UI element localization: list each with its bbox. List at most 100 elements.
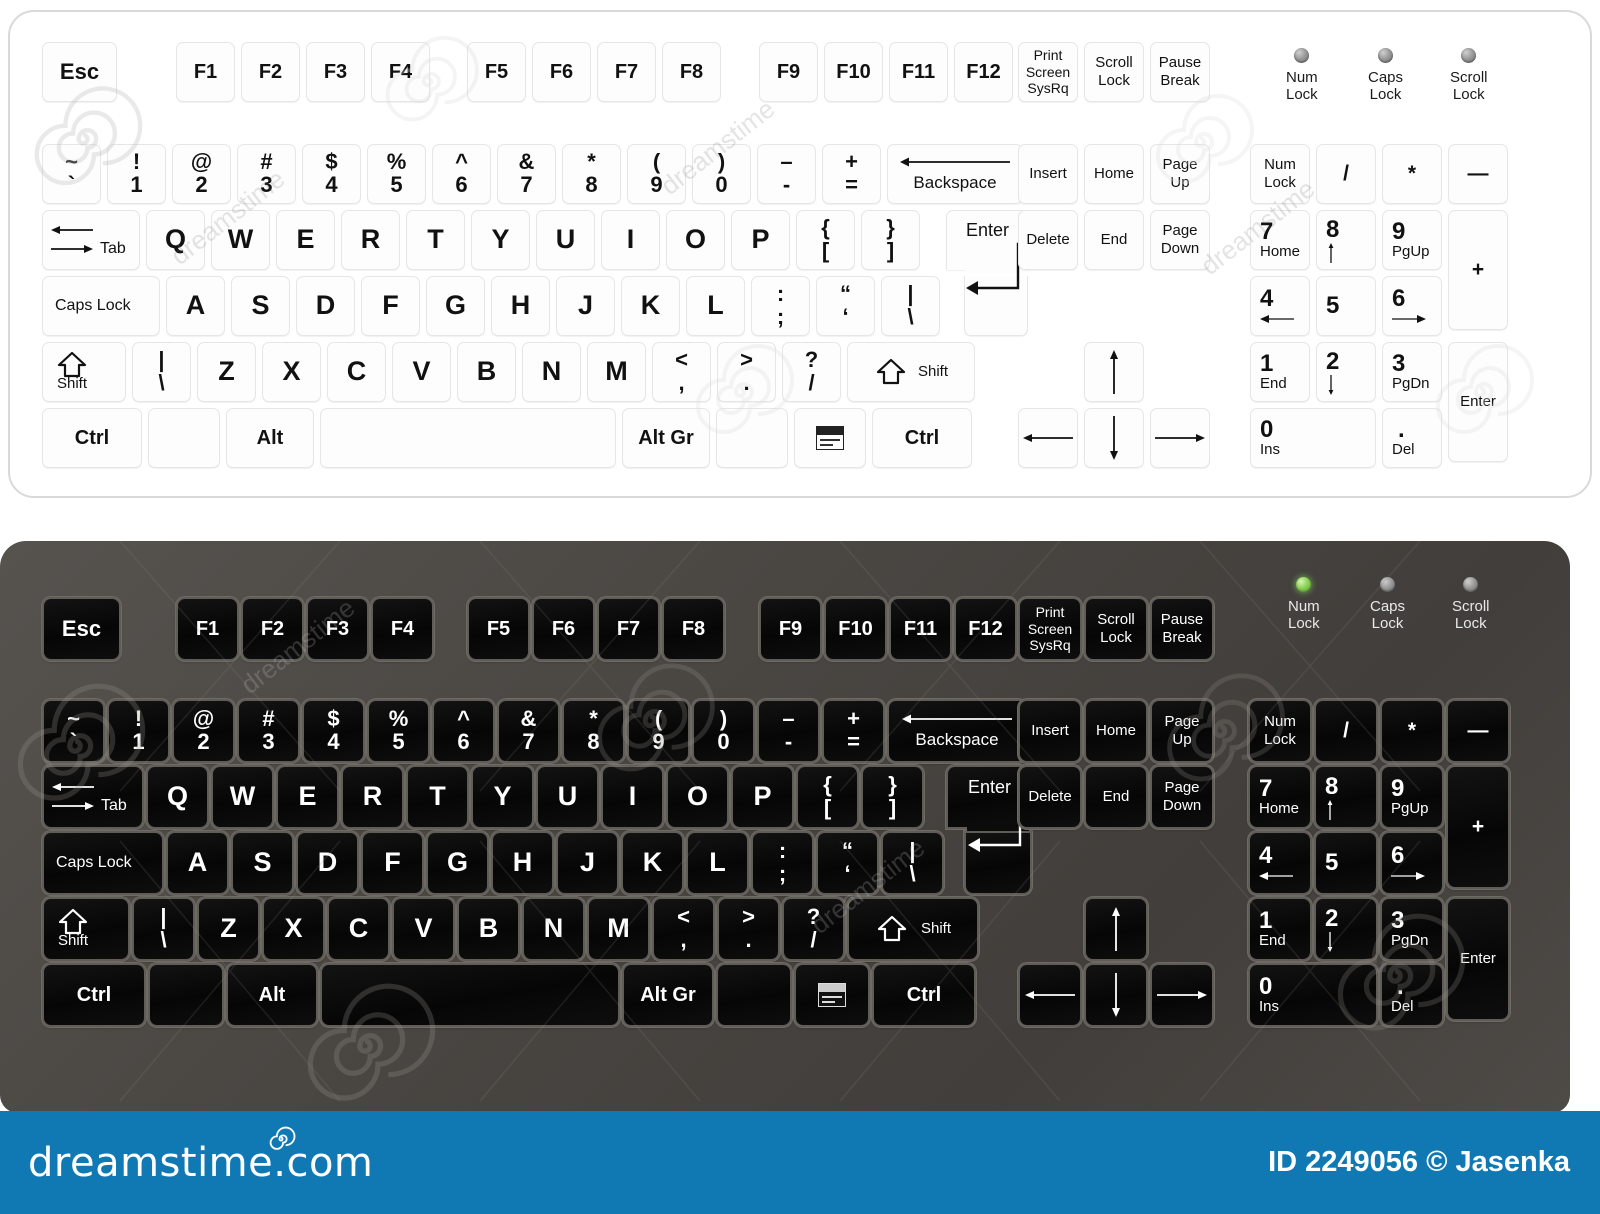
key-g[interactable]: G	[426, 276, 485, 336]
key-m[interactable]: M	[589, 899, 648, 959]
key-1[interactable]: ! 1	[107, 144, 166, 204]
key-page-up[interactable]: Page Up	[1150, 144, 1210, 204]
key-numpad-9[interactable]: 9 PgUp	[1382, 210, 1442, 270]
key-f9[interactable]: F9	[761, 599, 820, 659]
key-y[interactable]: Y	[471, 210, 530, 270]
key-esc[interactable]: Esc	[44, 599, 119, 659]
key-arrow-up[interactable]	[1084, 342, 1144, 402]
key-0[interactable]: ) 0	[692, 144, 751, 204]
key-print-screen[interactable]: Print Screen SysRq	[1020, 599, 1080, 659]
key-a[interactable]: A	[168, 833, 227, 893]
key-numpad-8[interactable]: 8	[1316, 210, 1376, 270]
key-arrow-down[interactable]	[1086, 965, 1146, 1025]
key-j[interactable]: J	[556, 276, 615, 336]
key-f[interactable]: F	[363, 833, 422, 893]
key-x[interactable]: X	[262, 342, 321, 402]
key-numpad-decimal[interactable]: . Del	[1382, 408, 1442, 468]
key-f12[interactable]: F12	[954, 42, 1013, 102]
key-f6[interactable]: F6	[532, 42, 591, 102]
key-backslash-extra[interactable]: | \	[134, 899, 193, 959]
key-2[interactable]: @2	[174, 701, 233, 761]
key-shift-left[interactable]: Shift	[42, 342, 126, 402]
key-ctrl-right[interactable]: Ctrl	[872, 408, 972, 468]
key-backspace[interactable]: Backspace	[887, 144, 1023, 204]
key-tab[interactable]: Tab	[44, 767, 142, 827]
key-k[interactable]: K	[623, 833, 682, 893]
key-numpad-4[interactable]: 4	[1250, 833, 1310, 893]
key-key[interactable]: {[	[798, 767, 857, 827]
key-d[interactable]: D	[298, 833, 357, 893]
key-backslash[interactable]: | \	[883, 833, 942, 893]
key-alt-gr[interactable]: Alt Gr	[622, 408, 710, 468]
key-f11[interactable]: F11	[891, 599, 950, 659]
key-8[interactable]: * 8	[564, 701, 623, 761]
key-shift-right[interactable]: Shift	[849, 899, 977, 959]
key-scroll-lock[interactable]: Scroll Lock	[1086, 599, 1146, 659]
key-p[interactable]: P	[733, 767, 792, 827]
key-f6[interactable]: F6	[534, 599, 593, 659]
key-key[interactable]: }]	[863, 767, 922, 827]
key-numpad-2[interactable]: 2	[1316, 899, 1376, 959]
key-f2[interactable]: F2	[241, 42, 300, 102]
key-n[interactable]: N	[522, 342, 581, 402]
key-scroll-lock[interactable]: Scroll Lock	[1084, 42, 1144, 102]
key-5[interactable]: % 5	[367, 144, 426, 204]
key-key[interactable]: ~ `	[44, 701, 103, 761]
key-slash[interactable]: ? /	[782, 342, 841, 402]
key-f8[interactable]: F8	[662, 42, 721, 102]
key-f10[interactable]: F10	[824, 42, 883, 102]
key-a[interactable]: A	[166, 276, 225, 336]
key-numpad-minus[interactable]: —	[1448, 701, 1508, 761]
key-c[interactable]: C	[329, 899, 388, 959]
key-insert[interactable]: Insert	[1018, 144, 1078, 204]
key-numpad-minus[interactable]: —	[1448, 144, 1508, 204]
key-semicolon[interactable]: :;	[751, 276, 810, 336]
key-num-lock[interactable]: Num Lock	[1250, 701, 1310, 761]
key-numpad-4[interactable]: 4	[1250, 276, 1310, 336]
key-menu[interactable]	[796, 965, 868, 1025]
key-f2[interactable]: F2	[243, 599, 302, 659]
key-numpad-6[interactable]: 6	[1382, 276, 1442, 336]
key-k[interactable]: K	[621, 276, 680, 336]
key-numpad-divide[interactable]: /	[1316, 701, 1376, 761]
key-p[interactable]: P	[731, 210, 790, 270]
key-w[interactable]: W	[211, 210, 270, 270]
key-o[interactable]: O	[668, 767, 727, 827]
key-8[interactable]: * 8	[562, 144, 621, 204]
key-h[interactable]: H	[491, 276, 550, 336]
key-ctrl-right[interactable]: Ctrl	[874, 965, 974, 1025]
key-numpad-7[interactable]: 7 Home	[1250, 210, 1310, 270]
key-shift-left[interactable]: Shift	[44, 899, 128, 959]
key-ctrl-left[interactable]: Ctrl	[44, 965, 144, 1025]
key-win-right[interactable]	[718, 965, 790, 1025]
key-9[interactable]: (9	[627, 144, 686, 204]
key-4[interactable]: $4	[304, 701, 363, 761]
key-menu[interactable]	[794, 408, 866, 468]
key-key[interactable]: {[	[796, 210, 855, 270]
key-ctrl-left[interactable]: Ctrl	[42, 408, 142, 468]
key-c[interactable]: C	[327, 342, 386, 402]
key-s[interactable]: S	[231, 276, 290, 336]
key-f8[interactable]: F8	[664, 599, 723, 659]
key-d[interactable]: D	[296, 276, 355, 336]
key-numpad-enter[interactable]: Enter	[1448, 342, 1508, 462]
key-f4[interactable]: F4	[371, 42, 430, 102]
key-numpad-enter[interactable]: Enter	[1448, 899, 1508, 1019]
key-arrow-down[interactable]	[1084, 408, 1144, 468]
key-numpad-decimal[interactable]: . Del	[1382, 965, 1442, 1025]
key-f4[interactable]: F4	[373, 599, 432, 659]
key-7[interactable]: & 7	[497, 144, 556, 204]
key-f3[interactable]: F3	[306, 42, 365, 102]
key-quote[interactable]: “‘	[816, 276, 875, 336]
key-q[interactable]: Q	[148, 767, 207, 827]
key-0[interactable]: ) 0	[694, 701, 753, 761]
key-r[interactable]: R	[341, 210, 400, 270]
key-page-up[interactable]: Page Up	[1152, 701, 1212, 761]
key-6[interactable]: ^ 6	[432, 144, 491, 204]
key-f1[interactable]: F1	[178, 599, 237, 659]
key-numpad-divide[interactable]: /	[1316, 144, 1376, 204]
key-v[interactable]: V	[392, 342, 451, 402]
key-v[interactable]: V	[394, 899, 453, 959]
key-numpad-8[interactable]: 8	[1316, 767, 1376, 827]
key-numpad-2[interactable]: 2	[1316, 342, 1376, 402]
